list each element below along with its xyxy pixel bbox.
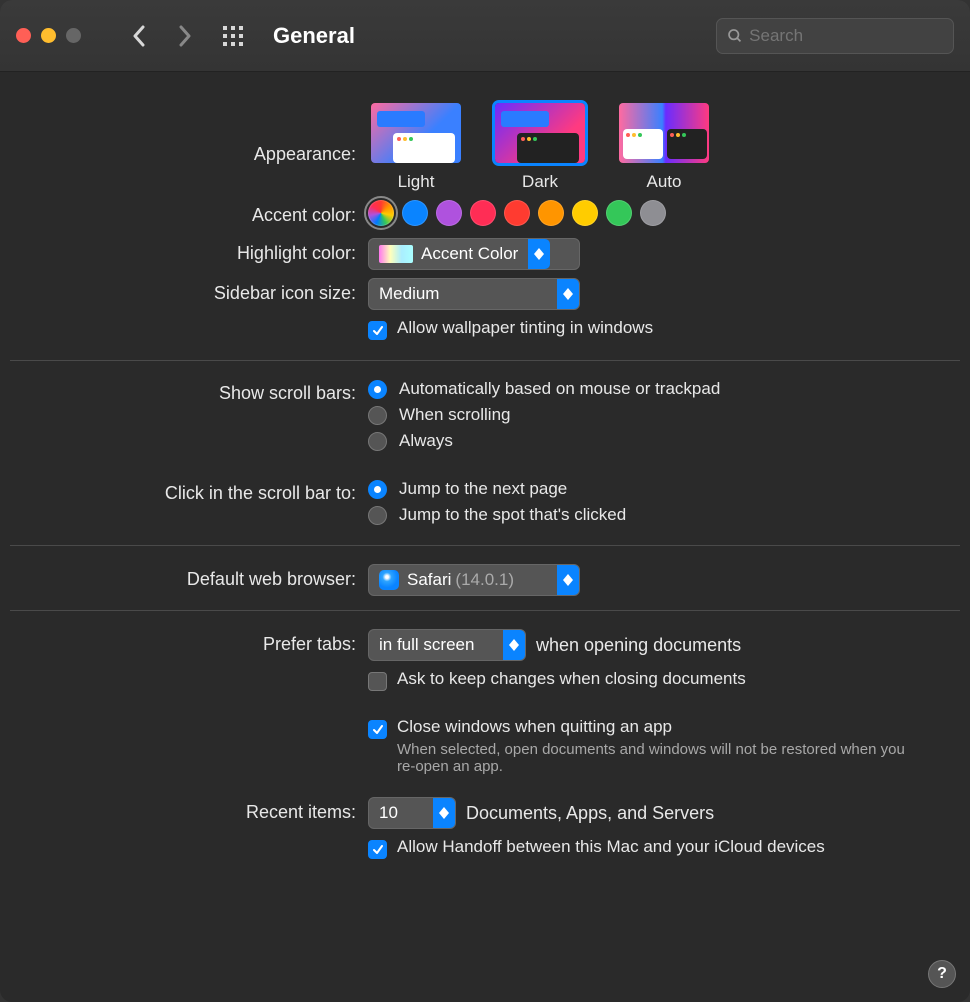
system-preferences-general: General Appearance: (0, 0, 970, 1002)
titlebar: General (0, 0, 970, 72)
sidebar-size-label: Sidebar icon size: (10, 278, 368, 308)
stepper-icon (557, 279, 579, 309)
prefer-tabs-popup[interactable]: in full screen (368, 629, 526, 661)
close-windows-help: When selected, open documents and window… (397, 741, 927, 775)
accent-swatch-graphite[interactable] (640, 200, 666, 226)
scrollbars-option-always[interactable]: Always (368, 431, 960, 451)
accent-color-label: Accent color: (10, 200, 368, 230)
checkbox-icon (368, 672, 387, 691)
checkbox-icon (368, 720, 387, 739)
recent-items-suffix: Documents, Apps, and Servers (466, 797, 714, 829)
ask-keep-changes-checkbox[interactable]: Ask to keep changes when closing documen… (368, 669, 960, 691)
accent-swatch-orange[interactable] (538, 200, 564, 226)
checkbox-icon (368, 840, 387, 859)
scrollbars-option-scrolling[interactable]: When scrolling (368, 405, 960, 425)
close-window-button[interactable] (16, 28, 31, 43)
appearance-label: Appearance: (10, 100, 368, 165)
back-button[interactable] (121, 18, 157, 54)
window-title: General (273, 23, 355, 49)
prefer-tabs-label: Prefer tabs: (10, 629, 368, 659)
stepper-icon (528, 239, 550, 269)
sidebar-size-popup[interactable]: Medium (368, 278, 580, 310)
default-browser-popup[interactable]: Safari (14.0.1) (368, 564, 580, 596)
window-controls (16, 28, 81, 43)
highlight-color-popup[interactable]: Accent Color (368, 238, 580, 270)
accent-swatch-purple[interactable] (436, 200, 462, 226)
click-scrollbar-label: Click in the scroll bar to: (10, 479, 368, 504)
scrollbars-label: Show scroll bars: (10, 379, 368, 404)
handoff-checkbox[interactable]: Allow Handoff between this Mac and your … (368, 837, 960, 859)
click-scrollbar-jump-spot[interactable]: Jump to the spot that's clicked (368, 505, 960, 525)
accent-swatch-blue[interactable] (402, 200, 428, 226)
default-browser-label: Default web browser: (10, 564, 368, 594)
minimize-window-button[interactable] (41, 28, 56, 43)
safari-icon (379, 570, 399, 590)
checkbox-icon (368, 321, 387, 340)
prefer-tabs-suffix: when opening documents (536, 629, 741, 661)
accent-swatch-green[interactable] (606, 200, 632, 226)
appearance-option-light[interactable]: Light (368, 100, 464, 192)
stepper-icon (433, 798, 455, 828)
help-button[interactable]: ? (928, 960, 956, 988)
accent-swatch-multicolor[interactable] (368, 200, 394, 226)
click-scrollbar-next-page[interactable]: Jump to the next page (368, 479, 960, 499)
scrollbars-option-auto[interactable]: Automatically based on mouse or trackpad (368, 379, 960, 399)
stepper-icon (503, 630, 525, 660)
accent-swatch-yellow[interactable] (572, 200, 598, 226)
close-windows-checkbox[interactable]: Close windows when quitting an app (368, 717, 960, 739)
recent-items-popup[interactable]: 10 (368, 797, 456, 829)
highlight-color-label: Highlight color: (10, 238, 368, 268)
search-input[interactable] (749, 26, 943, 46)
search-field[interactable] (716, 18, 954, 54)
forward-button[interactable] (167, 18, 203, 54)
search-icon (727, 27, 743, 45)
zoom-window-button[interactable] (66, 28, 81, 43)
wallpaper-tinting-checkbox[interactable]: Allow wallpaper tinting in windows (368, 318, 960, 340)
stepper-icon (557, 565, 579, 595)
accent-swatch-pink[interactable] (470, 200, 496, 226)
accent-swatch-red[interactable] (504, 200, 530, 226)
accent-color-swatches (368, 200, 960, 226)
accent-swatch-icon (379, 245, 413, 263)
appearance-option-auto[interactable]: Auto (616, 100, 712, 192)
recent-items-label: Recent items: (10, 797, 368, 827)
show-all-button[interactable] (221, 24, 245, 48)
appearance-option-dark[interactable]: Dark (492, 100, 588, 192)
